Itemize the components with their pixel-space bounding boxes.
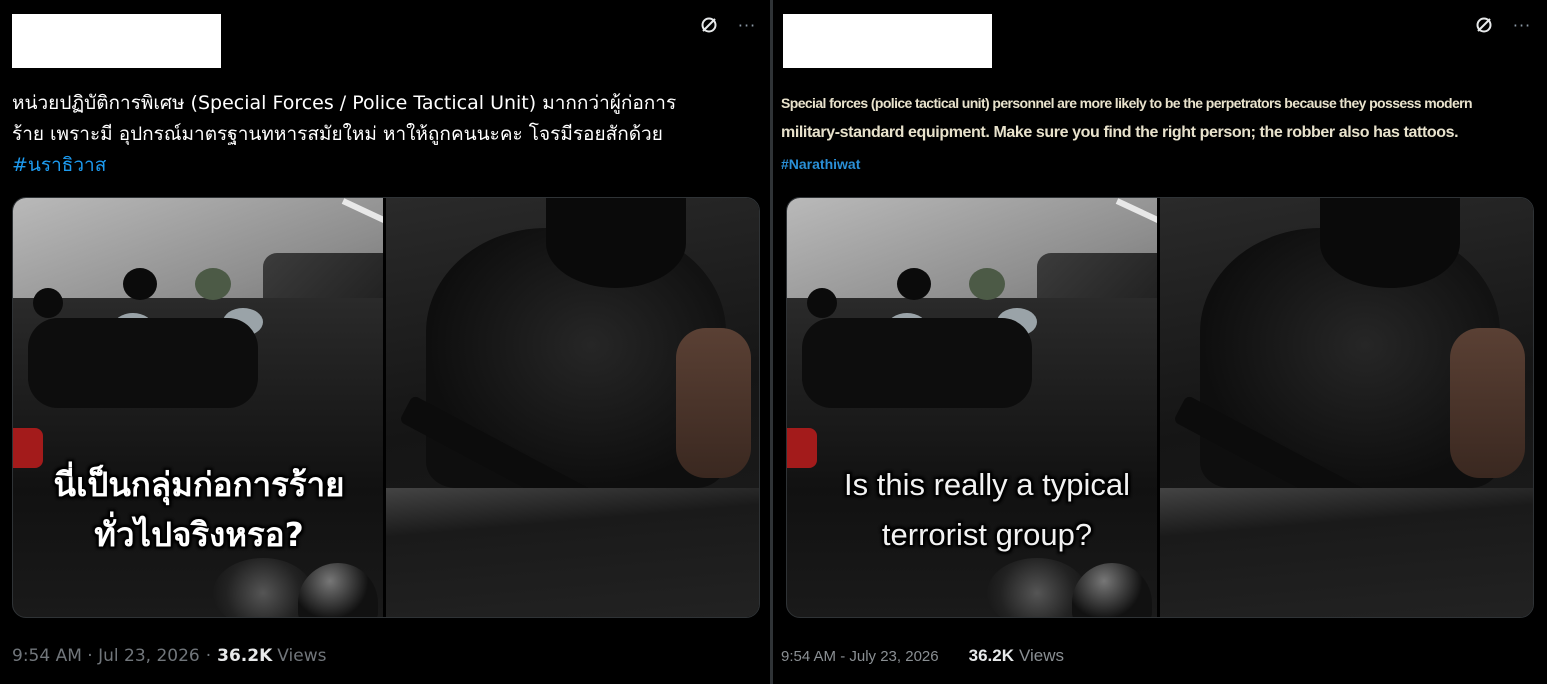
redacted-author-block [783, 14, 992, 68]
image-caption-line-1: นี่เป็นกลุ่มก่อการร้าย [53, 465, 345, 504]
timestamp[interactable]: 9:54 AM - July 23, 2026 [781, 648, 939, 665]
more-icon[interactable]: ··· [1511, 14, 1533, 36]
original-post-panel: ··· หน่วยปฏิบัติการพิเศษ (Special Forces… [0, 0, 770, 684]
no-reply-icon[interactable] [1473, 14, 1495, 36]
timestamp[interactable]: 9:54 AM · Jul 23, 2026 [12, 646, 200, 666]
image-caption-line-1: Is this really a typical [844, 467, 1130, 502]
post-header-actions: ··· [1473, 14, 1533, 36]
views-label: Views [277, 646, 327, 666]
post-text-line-2: military-standard equipment. Make sure y… [781, 124, 1459, 141]
post-meta: 9:54 AM · Jul 23, 2026 · 36.2K Views [12, 646, 326, 666]
road-marking [341, 198, 383, 230]
views-count: 36.2K [217, 646, 273, 666]
person-head [33, 288, 63, 318]
media-image-closeup[interactable] [385, 198, 759, 617]
road-marking [1115, 198, 1157, 230]
no-reply-icon[interactable] [698, 14, 720, 36]
post-text-line-2: ร้าย เพราะมี อุปกรณ์มาตรฐานทหารสมัยใหม่ … [12, 123, 663, 145]
tattooed-arm [675, 328, 751, 478]
more-icon[interactable]: ··· [736, 14, 758, 36]
group-bodies [802, 318, 1032, 408]
image-caption: นี่เป็นกลุ่มก่อการร้าย ทั่วไปจริงหรอ? [25, 460, 373, 560]
tattooed-arm [1449, 328, 1525, 478]
post-text-line-1: Special forces (police tactical unit) pe… [781, 95, 1473, 111]
media-image-truck[interactable]: Is this really a typical terrorist group… [787, 198, 1157, 617]
meta-separator: · [205, 646, 212, 666]
hashtag-link[interactable]: #นราธิวาส [12, 150, 106, 181]
post-text: Special forces (police tactical unit) pe… [781, 92, 1541, 179]
operator-mask [1319, 198, 1460, 288]
image-caption-line-2: ทั่วไปจริงหรอ? [94, 515, 304, 554]
person-head [123, 268, 157, 300]
person-helmet [969, 268, 1005, 300]
views-count: 36.2K [968, 646, 1014, 665]
group-bodies [28, 318, 258, 408]
post-media[interactable]: Is this really a typical terrorist group… [786, 197, 1534, 618]
post-text-line-1: หน่วยปฏิบัติการพิเศษ (Special Forces / P… [12, 92, 677, 114]
person-head [897, 268, 931, 300]
image-caption-line-2: terrorist group? [881, 517, 1093, 552]
post-meta: 9:54 AM - July 23, 2026 36.2K Views [781, 646, 1064, 666]
truck-rail [385, 488, 759, 617]
media-image-closeup[interactable] [1159, 198, 1533, 617]
image-caption: Is this really a typical terrorist group… [797, 460, 1157, 560]
truck-rail [1159, 488, 1533, 617]
redacted-author-block [12, 14, 221, 68]
person-head [807, 288, 837, 318]
hashtag-link[interactable]: #Narathiwat [781, 155, 860, 173]
media-image-truck[interactable]: นี่เป็นกลุ่มก่อการร้าย ทั่วไปจริงหรอ? [13, 198, 383, 617]
translated-post-panel: ··· Special forces (police tactical unit… [773, 0, 1547, 684]
views-label: Views [1018, 646, 1065, 665]
operator-mask [545, 198, 686, 288]
post-text: หน่วยปฏิบัติการพิเศษ (Special Forces / P… [12, 88, 758, 181]
post-media[interactable]: นี่เป็นกลุ่มก่อการร้าย ทั่วไปจริงหรอ? [12, 197, 760, 618]
person-helmet [195, 268, 231, 300]
post-header-actions: ··· [698, 14, 758, 36]
